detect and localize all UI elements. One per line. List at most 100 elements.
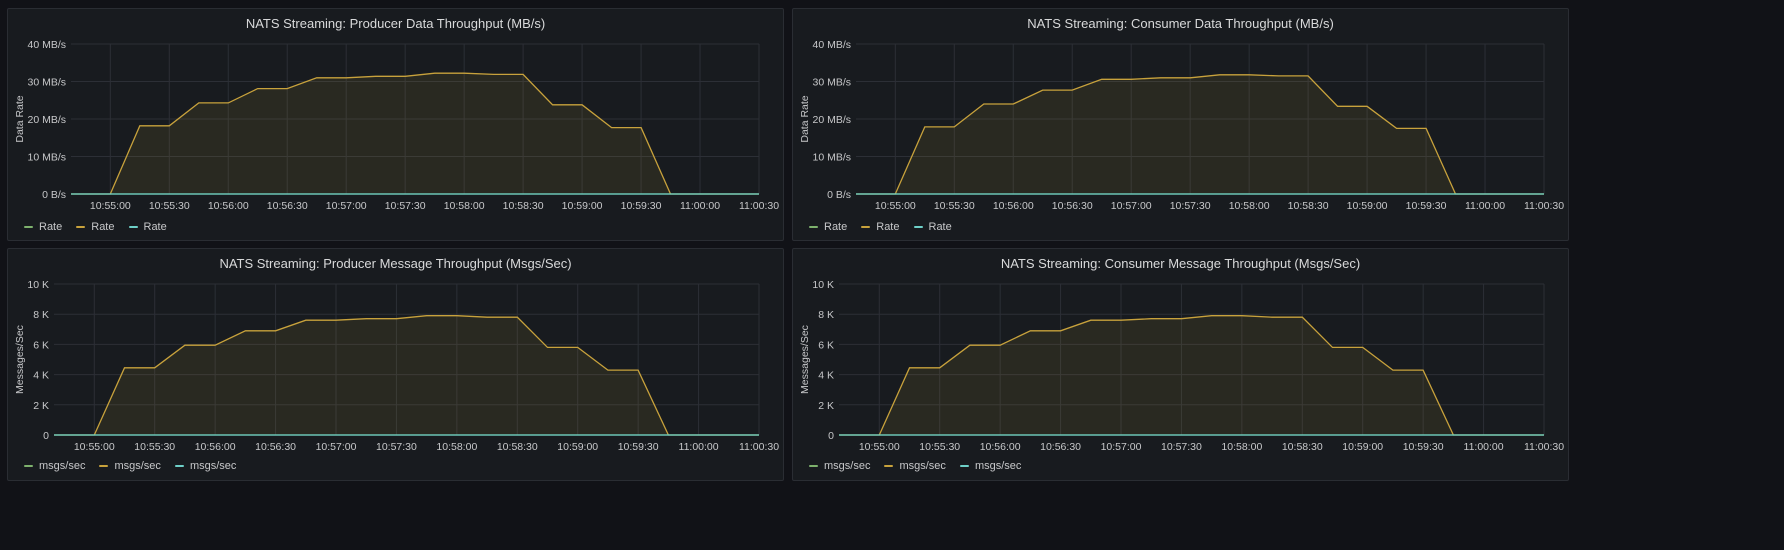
legend-swatch	[884, 465, 894, 467]
x-tick-label: 10:55:30	[149, 200, 190, 212]
producer-data-throughput-panel[interactable]: NATS Streaming: Producer Data Throughput…	[7, 8, 784, 241]
x-tick-label: 10:59:00	[557, 441, 598, 453]
x-tick-label: 10:57:00	[316, 441, 357, 453]
legend-label: msgs/sec	[39, 460, 86, 472]
y-tick-label: 8 K	[818, 309, 834, 321]
x-tick-label: 10:57:00	[1101, 441, 1142, 453]
legend-label: Rate	[824, 221, 848, 233]
y-tick-label: 0	[43, 430, 49, 442]
y-tick-label: 10 MB/s	[27, 152, 66, 164]
producer-message-throughput-panel[interactable]: NATS Streaming: Producer Message Through…	[7, 248, 784, 481]
x-tick-label: 10:58:30	[497, 441, 538, 453]
x-tick-label: 11:00:00	[1464, 441, 1504, 453]
x-tick-label: 10:56:30	[267, 200, 308, 212]
legend-label: msgs/sec	[974, 460, 1022, 472]
series-area-fill	[71, 73, 759, 194]
x-tick-label: 10:55:00	[859, 441, 900, 453]
consumer-data-chart: 0 B/s 10 MB/s 20 MB/s 30 MB/s 40 MB/s 10:55:0…	[799, 39, 1564, 212]
x-tick-label: 10:57:30	[385, 200, 426, 212]
legend-swatch	[861, 226, 871, 228]
y-axis-label: Messages/Sec	[799, 325, 811, 394]
x-tick-label: 10:59:00	[1347, 200, 1388, 212]
y-tick-label: 6 K	[33, 339, 49, 351]
legend-swatch	[809, 465, 818, 467]
x-tick-label: 10:56:00	[195, 441, 236, 453]
x-tick-label: 10:57:30	[1170, 200, 1211, 212]
y-tick-label: 8 K	[33, 309, 49, 321]
legend-swatch	[24, 226, 33, 228]
x-tick-label: 11:00:00	[1465, 200, 1505, 212]
legend-swatch	[809, 226, 818, 228]
x-tick-label: 11:00:00	[680, 200, 720, 212]
legend-item-series-2[interactable]: Rate	[861, 221, 900, 233]
legend: msgs/sec msgs/sec msgs/sec	[809, 460, 1021, 472]
legend-item-series-3[interactable]: Rate	[913, 221, 952, 233]
x-tick-label: 10:57:30	[1161, 441, 1202, 453]
x-tick-label: 10:58:30	[1288, 200, 1329, 212]
y-tick-label: 40 MB/s	[27, 39, 66, 51]
legend-item-series-1[interactable]: msgs/sec	[24, 460, 85, 472]
legend-item-series-3[interactable]: msgs/sec	[959, 460, 1022, 472]
consumer-data-throughput-panel[interactable]: NATS Streaming: Consumer Data Throughput…	[792, 8, 1569, 241]
series-area-fill	[839, 315, 1544, 435]
y-axis-label: Messages/Sec	[14, 325, 26, 394]
y-tick-label: 20 MB/s	[812, 114, 851, 126]
x-tick-label: 10:58:00	[1221, 441, 1262, 453]
x-tick-label: 10:59:00	[562, 200, 603, 212]
series-area-fill	[856, 74, 1544, 194]
x-tick-label: 10:55:00	[74, 441, 115, 453]
x-tick-label: 10:55:30	[934, 200, 975, 212]
legend-swatch	[76, 226, 86, 228]
legend-swatch	[24, 465, 33, 467]
y-tick-label: 2 K	[33, 400, 49, 412]
legend-swatch	[959, 465, 969, 467]
x-tick-label: 10:55:30	[919, 441, 960, 453]
x-tick-label: 10:59:30	[618, 441, 659, 453]
x-tick-label: 10:58:00	[436, 441, 477, 453]
legend-label: Rate	[39, 221, 63, 233]
legend-swatch	[913, 226, 923, 228]
y-tick-label: 10 K	[812, 279, 834, 291]
legend-swatch	[99, 465, 109, 467]
y-tick-label: 40 MB/s	[812, 39, 851, 51]
legend: Rate Rate Rate	[24, 221, 167, 233]
y-tick-label: 30 MB/s	[27, 77, 66, 89]
x-tick-label: 11:00:30	[1524, 200, 1564, 212]
legend-label: msgs/sec	[189, 460, 237, 472]
legend-item-series-1[interactable]: Rate	[24, 221, 62, 233]
dashboard: NATS Streaming: Producer Data Throughput…	[0, 0, 1784, 550]
legend-item-series-2[interactable]: msgs/sec	[884, 460, 946, 472]
x-tick-label: 10:58:30	[503, 200, 544, 212]
legend-swatch	[174, 465, 184, 467]
x-tick-label: 11:00:30	[739, 200, 779, 212]
legend-label: msgs/sec	[114, 460, 161, 472]
consumer-message-throughput-panel[interactable]: NATS Streaming: Consumer Message Through…	[792, 248, 1569, 481]
x-tick-label: 10:58:00	[444, 200, 485, 212]
legend-item-series-2[interactable]: Rate	[76, 221, 115, 233]
legend-swatch	[128, 226, 138, 228]
y-tick-label: 10 K	[27, 279, 49, 291]
series-area-fill	[54, 315, 759, 435]
legend: msgs/sec msgs/sec msgs/sec	[24, 460, 236, 472]
legend-label: Rate	[91, 221, 115, 233]
y-tick-label: 6 K	[818, 339, 834, 351]
x-tick-label: 10:57:00	[326, 200, 367, 212]
legend-item-series-3[interactable]: msgs/sec	[174, 460, 237, 472]
x-tick-label: 10:56:00	[208, 200, 249, 212]
legend-item-series-3[interactable]: Rate	[128, 221, 167, 233]
y-axis-label: Data Rate	[799, 95, 811, 142]
producer-data-chart: 0 B/s 10 MB/s 20 MB/s 30 MB/s 40 MB/s 10:55:0…	[14, 39, 779, 212]
x-tick-label: 11:00:30	[1524, 441, 1564, 453]
y-tick-label: 30 MB/s	[812, 77, 851, 89]
x-tick-label: 10:57:00	[1111, 200, 1152, 212]
legend-item-series-1[interactable]: msgs/sec	[809, 460, 870, 472]
y-tick-label: 0 B/s	[42, 189, 66, 201]
x-tick-label: 10:56:00	[993, 200, 1034, 212]
x-tick-label: 11:00:30	[739, 441, 779, 453]
x-tick-label: 11:00:00	[679, 441, 719, 453]
legend-item-series-2[interactable]: msgs/sec	[99, 460, 161, 472]
legend-item-series-1[interactable]: Rate	[809, 221, 847, 233]
legend-label: msgs/sec	[824, 460, 871, 472]
legend-label: msgs/sec	[899, 460, 946, 472]
y-tick-label: 0 B/s	[827, 189, 851, 201]
